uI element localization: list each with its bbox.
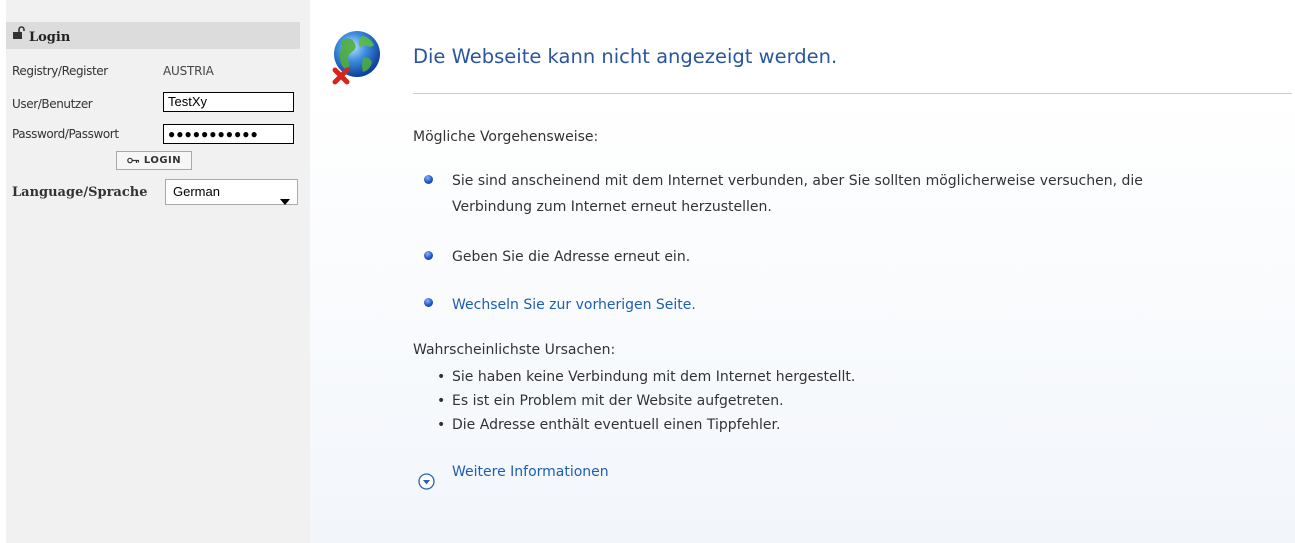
error-page bbox=[310, 0, 1295, 543]
action-item-retype-address: Geben Sie die Adresse erneut ein. bbox=[452, 249, 691, 265]
cause-item: Sie haben keine Verbindung mit dem Inter… bbox=[452, 369, 856, 385]
error-title: Die Webseite kann nicht angezeigt werden… bbox=[413, 45, 838, 68]
action-item-reconnect-line1: Sie sind anscheinend mit dem Internet ve… bbox=[452, 173, 1143, 189]
cause-item: Die Adresse enthält eventuell einen Tipp… bbox=[452, 417, 781, 433]
user-label: User/Benutzer bbox=[12, 97, 93, 111]
registry-label: Registry/Register bbox=[12, 64, 108, 78]
action-item-reconnect-line2: Verbindung zum Internet erneut herzustel… bbox=[452, 199, 772, 215]
actions-heading: Mögliche Vorgehensweise: bbox=[413, 129, 599, 145]
unlock-icon bbox=[12, 26, 26, 44]
expand-circle-icon[interactable] bbox=[418, 473, 435, 494]
causes-heading: Wahrscheinlichste Ursachen: bbox=[413, 342, 616, 358]
globe-error-icon bbox=[330, 26, 382, 96]
cause-bullet: • bbox=[437, 417, 446, 433]
cause-bullet: • bbox=[437, 393, 446, 409]
login-header: Login bbox=[6, 22, 300, 49]
bullet-icon bbox=[424, 251, 433, 260]
login-title: Login bbox=[29, 30, 71, 45]
bullet-icon bbox=[424, 175, 433, 184]
key-icon bbox=[127, 155, 144, 166]
password-input[interactable]: ●●●●●●●●●●● bbox=[163, 124, 294, 144]
language-value: German bbox=[173, 184, 220, 199]
divider bbox=[413, 93, 1292, 94]
login-panel bbox=[6, 0, 310, 543]
chevron-down-icon bbox=[280, 189, 290, 213]
cause-item: Es ist ein Problem mit der Website aufge… bbox=[452, 393, 784, 409]
registry-value: AUSTRIA bbox=[163, 64, 214, 78]
cause-bullet: • bbox=[437, 369, 446, 385]
more-info-link[interactable]: Weitere Informationen bbox=[452, 464, 609, 480]
login-button-label: LOGIN bbox=[143, 155, 182, 166]
bullet-icon bbox=[424, 298, 433, 307]
user-input[interactable]: TestXy bbox=[163, 92, 294, 112]
language-select[interactable]: German bbox=[165, 179, 298, 205]
language-label: Language/Sprache bbox=[12, 185, 148, 200]
go-back-link[interactable]: Wechseln Sie zur vorherigen Seite. bbox=[452, 297, 696, 313]
login-button[interactable]: LOGIN bbox=[116, 151, 192, 170]
password-label: Password/Passwort bbox=[12, 127, 119, 141]
